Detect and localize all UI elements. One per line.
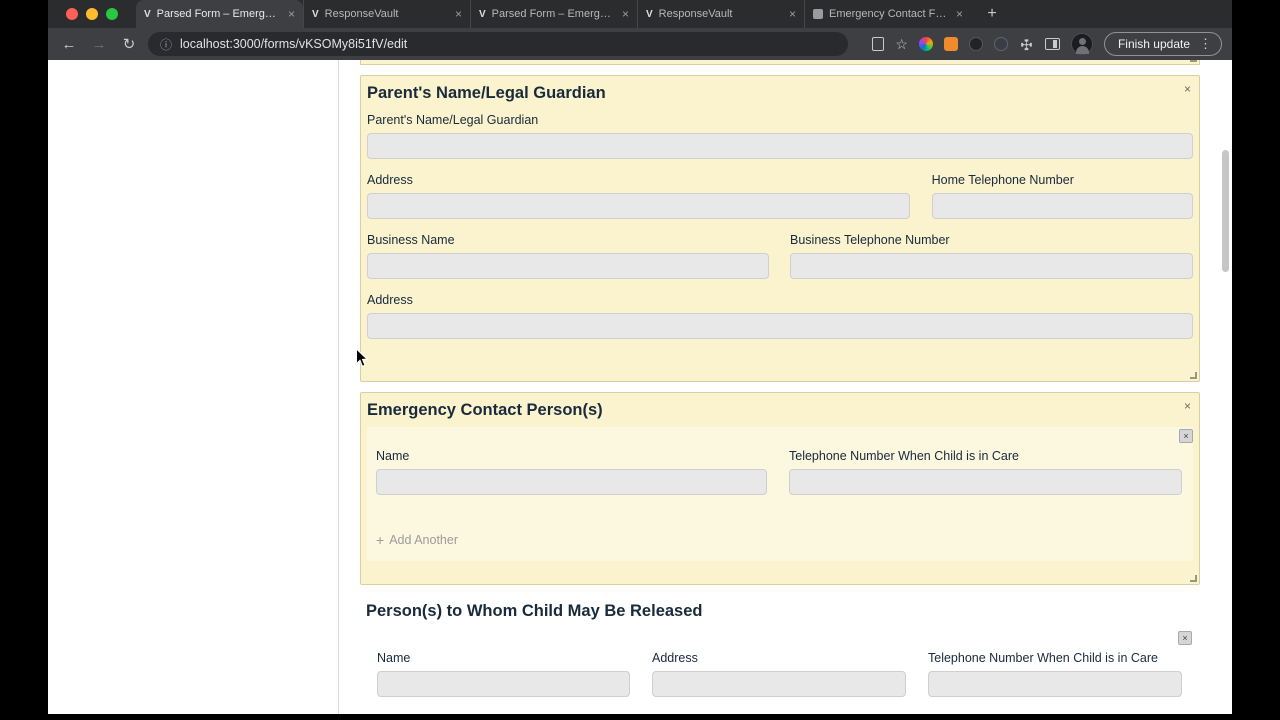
- page-content: × Parent's Name/Legal Guardian Parent's …: [48, 60, 1232, 714]
- reload-button[interactable]: ↻: [118, 33, 140, 55]
- field-label: Parent's Name/Legal Guardian: [367, 113, 539, 127]
- resize-handle[interactable]: [1190, 60, 1197, 62]
- back-button[interactable]: ←: [58, 33, 80, 55]
- form-editor-canvas: × Parent's Name/Legal Guardian Parent's …: [339, 60, 1232, 714]
- add-another-button[interactable]: + Add Another: [376, 532, 458, 548]
- group-close-button[interactable]: ×: [1178, 631, 1192, 645]
- document-favicon: [813, 9, 823, 19]
- minimize-window-button[interactable]: [86, 8, 98, 20]
- forward-button: →: [91, 35, 107, 53]
- field-label: Telephone Number When Child is in Care: [789, 449, 1019, 463]
- url-text: localhost:3000/forms/vKSOMy8i51fV/edit: [180, 37, 408, 51]
- repeat-group-release-persons: × Name Address Telephone Number When Chi…: [368, 629, 1192, 714]
- finish-update-label: Finish update: [1117, 37, 1190, 51]
- section-title-persons-to-whom-child-may-be-released: Person(s) to Whom Child May Be Released: [366, 602, 703, 620]
- zoom-window-button[interactable]: [106, 8, 118, 20]
- section-close-icon[interactable]: ×: [1184, 82, 1191, 96]
- extension-icon-3[interactable]: [968, 37, 983, 51]
- close-window-button[interactable]: [66, 8, 78, 20]
- home-telephone-input[interactable]: [931, 193, 1193, 219]
- section-emergency-contact-persons[interactable]: × Emergency Contact Person(s) × Name Tel…: [360, 392, 1200, 585]
- extension-icon-4[interactable]: [993, 37, 1008, 51]
- field-label: Business Name: [367, 233, 455, 247]
- field-label: Name: [377, 651, 411, 665]
- repeat-group-emergency-contact: × Name Telephone Number When Child is in…: [367, 427, 1193, 561]
- tab-title: Parsed Form – Emergency Co: [156, 8, 282, 20]
- resize-handle[interactable]: [1190, 575, 1197, 582]
- tab-responsevault-2[interactable]: V ResponseVault ×: [637, 0, 804, 28]
- section-parents-name-legal-guardian[interactable]: × Parent's Name/Legal Guardian Parent's …: [360, 75, 1200, 382]
- tab-parsed-form-1[interactable]: V Parsed Form – Emergency Co ×: [136, 0, 303, 28]
- browser-window: V Parsed Form – Emergency Co × V Respons…: [48, 0, 1232, 714]
- left-sidebar-panel: [48, 60, 339, 714]
- add-another-label: Add Another: [389, 533, 458, 547]
- field-label: Home Telephone Number: [931, 173, 1074, 187]
- business-name-input[interactable]: [367, 253, 769, 279]
- form-column: × Parent's Name/Legal Guardian Parent's …: [360, 60, 1200, 714]
- field-label: Address: [652, 651, 698, 665]
- responsevault-favicon: V: [144, 8, 151, 20]
- responsevault-favicon: V: [646, 8, 653, 20]
- field-label: Address: [367, 293, 413, 307]
- plus-icon: +: [376, 532, 385, 548]
- extension-icon-1[interactable]: [918, 37, 933, 51]
- traffic-lights: [66, 8, 118, 20]
- tab-parsed-form-2[interactable]: V Parsed Form – Emergency Co ×: [470, 0, 637, 28]
- field-label: Name: [376, 449, 410, 463]
- tab-title: Parsed Form – Emergency Co: [491, 8, 616, 20]
- scrollbar-thumb[interactable]: [1222, 150, 1229, 272]
- field-label: Telephone Number When Child is in Care: [928, 651, 1158, 665]
- address-2-input[interactable]: [367, 313, 1193, 339]
- group-close-button[interactable]: ×: [1179, 429, 1193, 443]
- resize-handle[interactable]: [1190, 372, 1197, 379]
- parents-name-input[interactable]: [367, 133, 1193, 159]
- field-label: Business Telephone Number: [790, 233, 950, 247]
- section-title: Emergency Contact Person(s): [367, 401, 603, 419]
- tab-close-icon[interactable]: ×: [789, 7, 796, 21]
- tab-close-icon[interactable]: ×: [455, 7, 462, 21]
- release-address-input[interactable]: [652, 671, 906, 697]
- section-close-icon[interactable]: ×: [1184, 399, 1191, 413]
- screen: V Parsed Form – Emergency Co × V Respons…: [0, 0, 1280, 720]
- bookmark-star-icon[interactable]: ☆: [895, 37, 908, 51]
- responsevault-favicon: V: [479, 8, 486, 20]
- previous-section-bottom-edge: [360, 60, 1200, 65]
- extensions-puzzle-icon[interactable]: [1019, 37, 1034, 52]
- extension-icon-2[interactable]: [943, 37, 958, 51]
- profile-avatar[interactable]: [1070, 33, 1093, 55]
- section-title: Parent's Name/Legal Guardian: [367, 84, 606, 102]
- kebab-menu-icon[interactable]: ⋮: [1199, 36, 1212, 52]
- tab-title: ResponseVault: [658, 8, 733, 20]
- contact-name-input[interactable]: [376, 469, 767, 495]
- business-telephone-input[interactable]: [790, 253, 1193, 279]
- address-input[interactable]: [367, 193, 910, 219]
- contact-telephone-input[interactable]: [789, 469, 1182, 495]
- save-page-icon[interactable]: [872, 37, 885, 51]
- tab-strip: V Parsed Form – Emergency Co × V Respons…: [48, 0, 1232, 28]
- tab-close-icon[interactable]: ×: [956, 7, 963, 21]
- finish-update-button[interactable]: Finish update ⋮: [1103, 32, 1222, 56]
- responsevault-favicon: V: [312, 8, 319, 20]
- field-label: Address: [367, 173, 413, 187]
- side-panel-icon[interactable]: [1044, 38, 1060, 50]
- tab-emergency-contact-form[interactable]: Emergency Contact Form ×: [804, 0, 971, 28]
- browser-toolbar: ← → ↻ ⓘ localhost:3000/forms/vKSOMy8i51f…: [48, 28, 1232, 60]
- address-bar[interactable]: ⓘ localhost:3000/forms/vKSOMy8i51fV/edit: [148, 32, 848, 56]
- release-name-input[interactable]: [377, 671, 630, 697]
- tab-responsevault-1[interactable]: V ResponseVault ×: [303, 0, 470, 28]
- new-tab-button[interactable]: +: [981, 5, 1003, 23]
- site-info-icon[interactable]: ⓘ: [160, 36, 172, 53]
- tab-close-icon[interactable]: ×: [622, 7, 629, 21]
- mouse-cursor: [356, 348, 369, 367]
- tab-title: Emergency Contact Form: [829, 8, 950, 20]
- release-telephone-input[interactable]: [928, 671, 1182, 697]
- tab-title: ResponseVault: [324, 8, 399, 20]
- toolbar-right-cluster: ☆ Finish update ⋮: [872, 32, 1222, 56]
- tab-close-icon[interactable]: ×: [288, 7, 295, 21]
